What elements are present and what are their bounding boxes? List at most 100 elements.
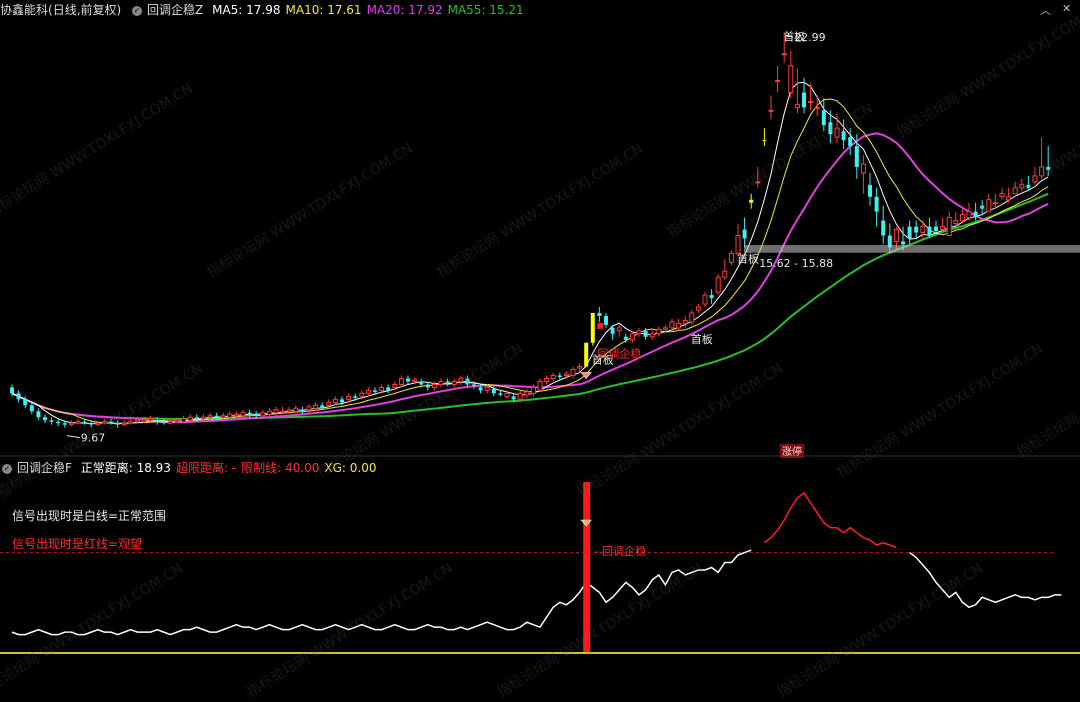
candle-body <box>141 419 147 423</box>
candle-body <box>49 420 54 422</box>
candle-body <box>623 336 628 340</box>
candle-body <box>240 412 246 417</box>
ma5-line <box>11 81 1049 424</box>
candle-body <box>610 327 615 334</box>
candle-body <box>1012 187 1018 195</box>
candle-body <box>504 392 510 397</box>
candle-body <box>300 409 305 412</box>
signal-label-sub: --回调企稳 <box>594 544 646 558</box>
candle-body <box>629 333 635 341</box>
ma10-line <box>11 98 1049 424</box>
candle-body <box>604 315 608 325</box>
candle-body <box>1046 166 1051 170</box>
candle-body <box>577 366 583 369</box>
candle-body <box>1032 175 1038 183</box>
candle-body <box>220 415 226 418</box>
candle-body <box>62 423 67 425</box>
sub-indicator-name: 回调企稳F <box>17 461 72 475</box>
candle-body <box>472 384 476 386</box>
note-white-line: 信号出现时是白线=正常范围 <box>12 509 167 523</box>
candle-body <box>260 412 266 417</box>
candle-body <box>36 411 41 418</box>
candle-body <box>934 226 938 232</box>
candle-body <box>715 276 721 293</box>
candle-body <box>940 226 946 231</box>
candle-body <box>23 399 28 406</box>
price-band-label: 15.62 - 15.88 <box>759 257 833 270</box>
signal-square <box>597 322 604 329</box>
candle-body <box>332 398 338 403</box>
sub-indicator-settings-icon[interactable]: ✓ <box>2 463 12 474</box>
candle-body <box>669 321 675 329</box>
sub-header: ✓ 回调企稳F 正常距离: 18.93 超限距离: - 限制线: 40.00 XG: 0… <box>0 459 386 477</box>
limit-tag-label: 涨停 <box>782 445 802 458</box>
candle-body <box>973 211 978 218</box>
candle-body <box>280 410 286 413</box>
ma-value-0: MA5: 17.98 <box>212 3 281 17</box>
candle-body <box>959 214 965 222</box>
candle-body <box>808 100 814 103</box>
signal-bar <box>583 482 591 654</box>
ma-values: MA5: 17.98 MA10: 17.61 MA20: 17.92 MA55: 15… <box>212 3 529 17</box>
indicator-settings-icon[interactable]: ✓ <box>132 5 143 16</box>
candle-body <box>841 131 846 141</box>
candle-body <box>742 229 747 239</box>
candle-body <box>550 375 556 379</box>
candle-body <box>10 387 14 394</box>
candle-body <box>379 386 385 391</box>
candle-body <box>445 381 450 383</box>
candle-body <box>425 384 430 388</box>
candle-body <box>128 421 134 424</box>
ma-value-2: MA20: 17.92 <box>366 3 443 17</box>
candle-body <box>802 92 806 108</box>
candle-body <box>927 226 932 236</box>
candle-body <box>155 420 160 422</box>
candle-body <box>406 378 410 382</box>
candle-body <box>907 226 912 239</box>
normal-distance-line <box>11 549 752 636</box>
candle-body <box>828 122 833 135</box>
low-price-marker <box>66 435 80 439</box>
candle-body <box>517 392 523 400</box>
candle-body <box>980 205 985 209</box>
candle-body <box>373 390 377 392</box>
close-icon[interactable]: ✕ <box>1062 2 1071 15</box>
candle-body <box>695 306 701 311</box>
collapse-icon[interactable]: ︿ <box>1040 2 1051 18</box>
candle-body <box>781 53 787 56</box>
candle-body <box>854 146 859 167</box>
candle-body <box>821 110 826 126</box>
candle-body <box>286 409 292 412</box>
candle-body <box>194 417 199 419</box>
candle-body <box>353 396 358 398</box>
candle-body <box>148 418 154 421</box>
candle-body <box>254 414 259 416</box>
candle-body <box>101 421 107 424</box>
ma20-line <box>11 132 1049 424</box>
candle-body <box>56 421 61 424</box>
candle-body <box>636 330 642 335</box>
candle-body <box>868 184 872 197</box>
candle-body <box>82 421 87 424</box>
candle-body <box>498 393 503 395</box>
candle-body <box>643 330 648 337</box>
candle-body <box>682 319 688 324</box>
candle-body <box>386 387 391 391</box>
stock-name: 协鑫能科 <box>0 3 49 17</box>
candle-body <box>953 220 959 225</box>
candle-body <box>722 270 728 278</box>
candle-body <box>881 220 886 236</box>
candle-body <box>788 65 794 93</box>
candle-body <box>89 423 94 425</box>
candle-body <box>986 199 992 213</box>
candle-body <box>75 421 81 424</box>
candle-body <box>755 181 761 184</box>
candle-body <box>233 413 239 417</box>
candle-body <box>563 373 569 377</box>
candle-body <box>340 399 344 403</box>
candle-body <box>438 380 444 385</box>
candle-body <box>590 312 595 343</box>
candle-body <box>728 252 734 263</box>
candle-body <box>511 396 516 400</box>
candle-body <box>914 226 919 233</box>
